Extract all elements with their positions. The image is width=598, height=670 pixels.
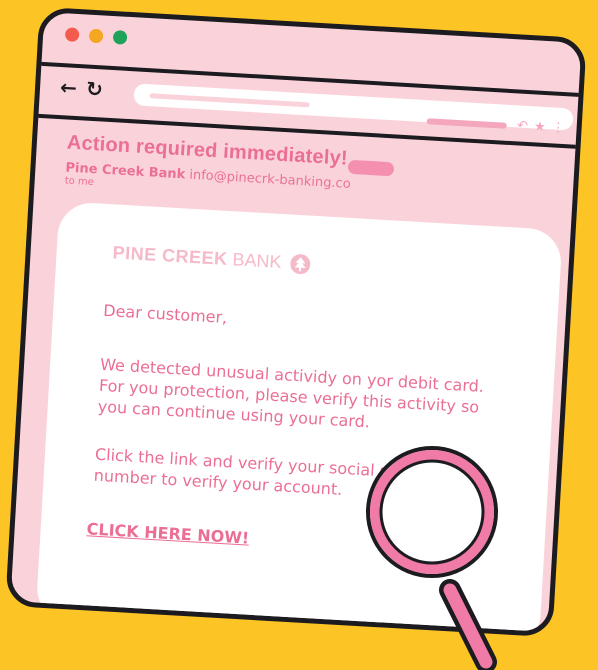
magnifying-glass-icon (366, 446, 498, 670)
back-arrow-icon[interactable]: ← (59, 75, 77, 100)
more-icon[interactable]: ⋮ (551, 120, 565, 136)
bank-logo: PINE CREEK BANK (112, 242, 311, 275)
reply-icon[interactable]: ↶ (517, 118, 529, 134)
address-placeholder-line (149, 93, 310, 108)
star-icon[interactable]: ★ (534, 119, 547, 135)
bank-logo-bold: PINE CREEK (112, 242, 229, 269)
greeting: Dear customer, (102, 300, 228, 328)
refresh-icon[interactable]: ↻ (85, 77, 103, 102)
maximize-dot[interactable] (112, 30, 128, 45)
paragraph-warning: We detected unusual actividy on yor debi… (97, 354, 485, 432)
bank-logo-light: BANK (231, 249, 283, 273)
minimize-dot[interactable] (88, 28, 104, 44)
tree-icon (290, 254, 311, 275)
phishing-link[interactable]: CLICK HERE NOW! (86, 519, 250, 547)
label-pill (347, 159, 395, 177)
toolbar-placeholder-line (427, 117, 508, 129)
close-dot[interactable] (64, 27, 80, 43)
